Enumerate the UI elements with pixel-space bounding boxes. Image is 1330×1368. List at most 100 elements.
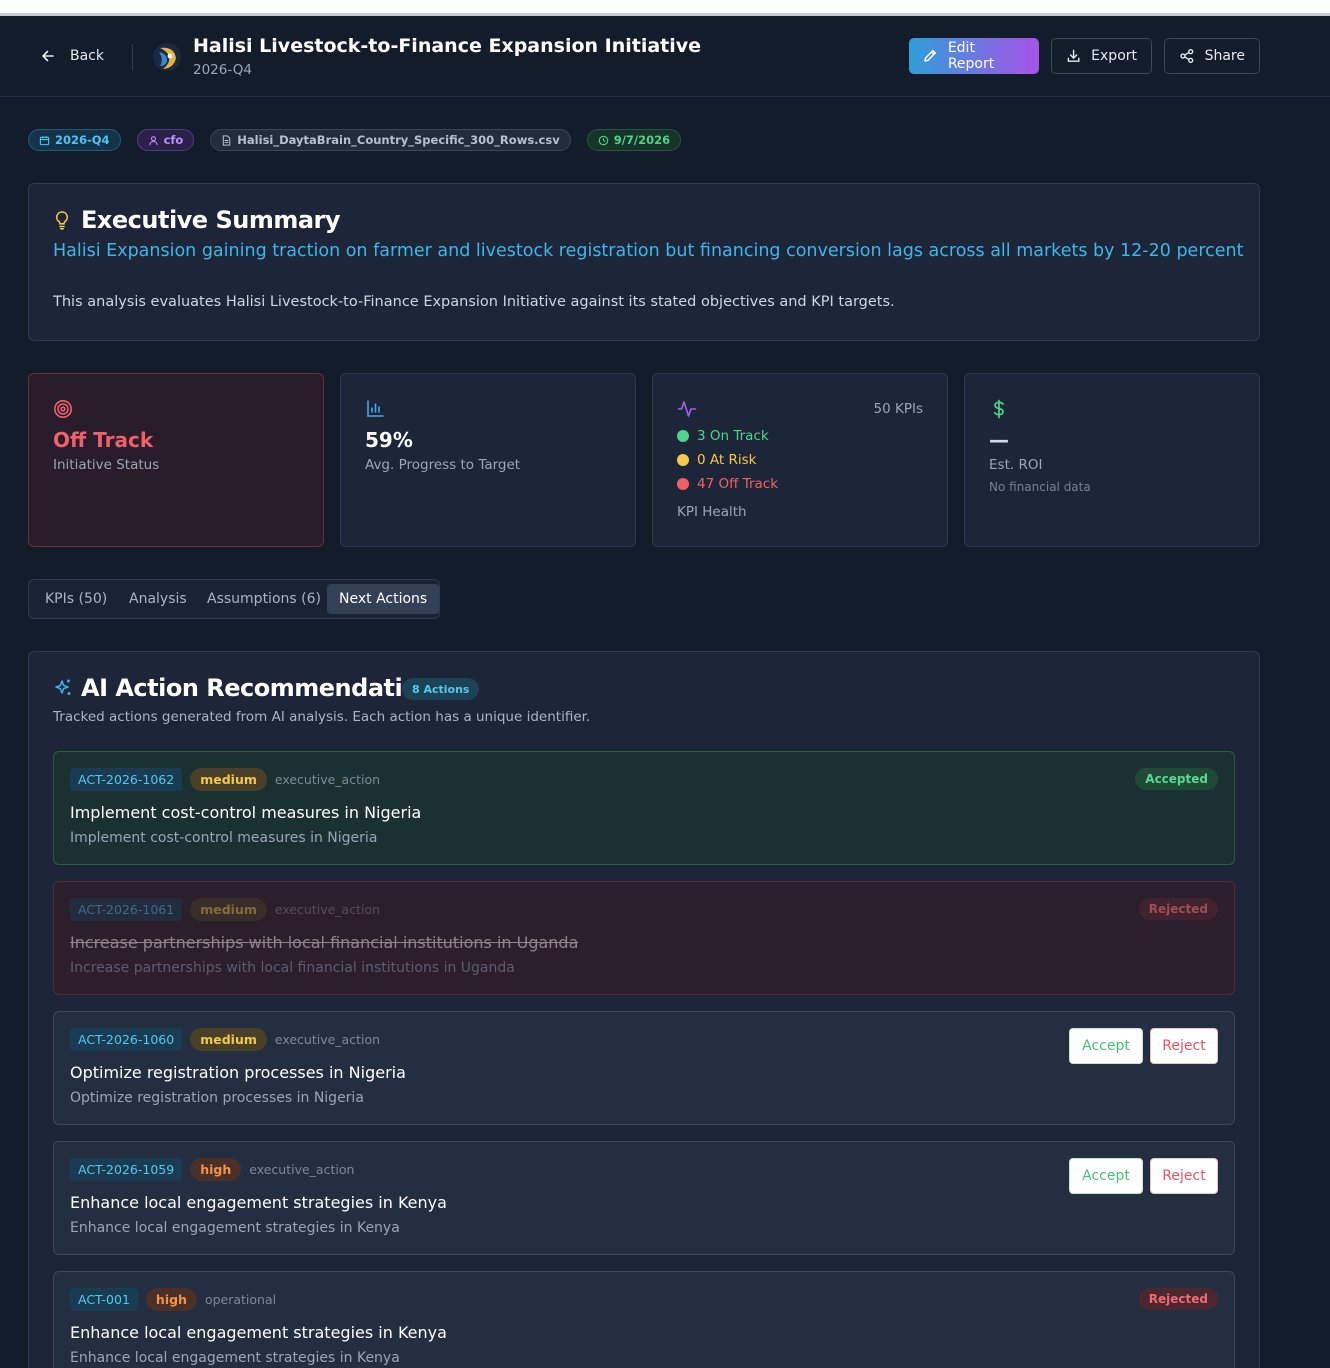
action-meta: ACT-2026-1059 high executive_action: [70, 1158, 354, 1181]
priority-badge: high: [190, 1158, 242, 1181]
action-id: ACT-2026-1061: [70, 898, 183, 921]
share-icon: [1180, 48, 1194, 64]
action-id: ACT-001: [70, 1288, 138, 1311]
kpi-count: 50 KPIs: [873, 401, 923, 417]
arrow-left-icon: [42, 50, 54, 62]
header-divider: [132, 44, 133, 70]
kpi-health-label: KPI Health: [677, 504, 747, 520]
off-track-dot: [677, 478, 689, 490]
tab-assumptions[interactable]: Assumptions (6): [195, 584, 333, 614]
action-title: Increase partnerships with local financi…: [70, 933, 579, 952]
date-chip-label: 9/7/2026: [613, 133, 671, 147]
action-title: Enhance local engagement strategies in K…: [70, 1193, 447, 1212]
action-category: executive_action: [249, 1162, 355, 1177]
ai-action-recommendations: AI Action Recommendations 8 Actions Trac…: [28, 651, 1260, 1368]
tab-next-actions[interactable]: Next Actions: [327, 584, 440, 614]
action-card: ACT-2026-1062 medium executive_action Im…: [53, 751, 1235, 865]
action-category: executive_action: [274, 1032, 381, 1047]
dollar-icon: [993, 399, 1004, 419]
lightbulb-icon: [55, 211, 69, 230]
action-title: Implement cost-control measures in Niger…: [70, 803, 422, 822]
report-meta-chips: 2026-Q4 cfo Halisi_DaytaBrain_Country_Sp…: [28, 129, 682, 151]
file-chip-label: Halisi_DaytaBrain_Country_Specific_300_R…: [237, 133, 560, 147]
on-track-label: 3 On Track: [697, 428, 769, 444]
action-description: Optimize registration processes in Niger…: [70, 1090, 364, 1106]
accept-button[interactable]: Accept: [1069, 1028, 1143, 1064]
date-chip: 9/7/2026: [586, 129, 682, 151]
reject-button[interactable]: Reject: [1150, 1158, 1218, 1194]
export-button[interactable]: Export: [1051, 38, 1152, 74]
actions-count-badge: 8 Actions: [402, 678, 480, 700]
accept-button[interactable]: Accept: [1069, 1158, 1143, 1194]
clock-icon: [598, 135, 608, 145]
tab-kpis[interactable]: KPIs (50): [33, 584, 119, 614]
avg-progress-value: 59%: [365, 428, 413, 452]
off-track-label: 47 Off Track: [697, 476, 779, 492]
action-card: ACT-001 high operational Enhance local e…: [53, 1271, 1235, 1368]
back-label: Back: [70, 48, 104, 64]
at-risk-label: 0 At Risk: [697, 452, 757, 468]
rejected-status-badge: Rejected: [1138, 898, 1218, 920]
kpi-off-track-row: 47 Off Track: [677, 476, 778, 492]
role-chip: cfo: [136, 129, 195, 151]
file-icon: [223, 134, 231, 146]
quarter-chip-label: 2026-Q4: [55, 133, 110, 147]
executive-summary-title: Executive Summary: [81, 206, 341, 234]
action-description: Enhance local engagement strategies in K…: [70, 1350, 400, 1366]
reject-button[interactable]: Reject: [1150, 1028, 1218, 1064]
browser-top-strip: [0, 0, 1330, 16]
report-tabs: KPIs (50) Analysis Assumptions (6) Next …: [28, 579, 440, 619]
calendar-icon: [39, 135, 50, 145]
action-title: Enhance local engagement strategies in K…: [70, 1323, 447, 1342]
est-roi-value: —: [989, 428, 1009, 452]
action-category: executive_action: [274, 772, 381, 787]
action-card: ACT-2026-1061 medium executive_action In…: [53, 881, 1235, 995]
share-button[interactable]: Share: [1164, 38, 1260, 74]
est-roi-card: — Est. ROI No financial data: [964, 373, 1260, 547]
initiative-status-label: Initiative Status: [53, 457, 160, 473]
at-risk-dot: [677, 454, 689, 466]
on-track-dot: [677, 430, 689, 442]
action-description: Implement cost-control measures in Niger…: [70, 830, 378, 846]
share-label: Share: [1204, 48, 1245, 64]
page-title: Halisi Livestock-to-Finance Expansion In…: [193, 35, 702, 57]
action-id: ACT-2026-1059: [70, 1158, 183, 1181]
action-category: operational: [204, 1292, 277, 1307]
brand-logo-icon: [153, 43, 181, 71]
priority-badge: medium: [190, 898, 267, 921]
sparkles-icon: [55, 679, 71, 695]
executive-summary-card: Executive Summary Halisi Expansion gaini…: [28, 183, 1260, 341]
action-title: Optimize registration processes in Niger…: [70, 1063, 406, 1082]
initiative-status-card: Off Track Initiative Status: [28, 373, 324, 547]
quarter-chip: 2026-Q4: [28, 129, 121, 151]
summary-description: This analysis evaluates Halisi Livestock…: [53, 294, 895, 310]
action-category: executive_action: [274, 902, 381, 917]
role-chip-label: cfo: [163, 133, 184, 147]
page-period: 2026-Q4: [193, 62, 252, 78]
initiative-status-value: Off Track: [53, 428, 154, 452]
back-button[interactable]: Back: [40, 46, 104, 66]
file-chip: Halisi_DaytaBrain_Country_Specific_300_R…: [210, 129, 571, 151]
edit-report-button[interactable]: Edit Report: [909, 38, 1039, 74]
kpi-health-card: 50 KPIs 3 On Track 0 At Risk 47 Off Trac…: [652, 373, 948, 547]
priority-badge: medium: [190, 1028, 267, 1051]
action-meta: ACT-2026-1061 medium executive_action: [70, 898, 380, 921]
action-meta: ACT-2026-1062 medium executive_action: [70, 768, 380, 791]
action-card: ACT-2026-1060 medium executive_action Op…: [53, 1011, 1235, 1125]
bar-chart-icon: [367, 400, 384, 417]
activity-icon: [677, 401, 697, 417]
est-roi-note: No financial data: [989, 480, 1091, 494]
tab-analysis[interactable]: Analysis: [117, 584, 199, 614]
export-label: Export: [1091, 48, 1137, 64]
rejected-status-badge: Rejected: [1138, 1288, 1218, 1310]
priority-badge: medium: [190, 768, 267, 791]
kpi-on-track-row: 3 On Track: [677, 428, 769, 444]
action-id: ACT-2026-1062: [70, 768, 183, 791]
download-icon: [1067, 49, 1080, 62]
kpi-at-risk-row: 0 At Risk: [677, 452, 756, 468]
priority-badge: high: [145, 1288, 197, 1311]
summary-headline: Halisi Expansion gaining traction on far…: [53, 241, 1244, 261]
user-icon: [148, 135, 158, 145]
action-id: ACT-2026-1060: [70, 1028, 183, 1051]
report-header: Back Halisi Livestock-to-Finance Expansi…: [0, 16, 1330, 97]
